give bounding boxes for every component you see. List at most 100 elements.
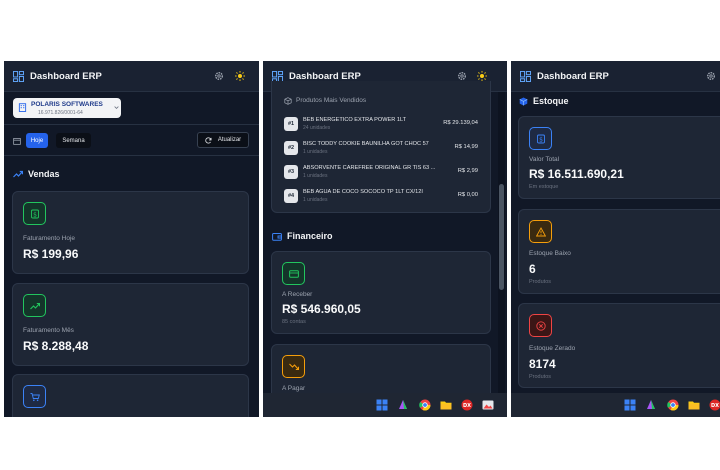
card-label: Estoque Baixo	[529, 250, 571, 257]
product-value: R$ 29.139,04	[443, 120, 478, 126]
card-value: 8174	[529, 357, 556, 371]
dx-app-icon[interactable]: DX	[709, 399, 720, 411]
card-faturamento-hoje: $ Faturamento Hoje R$ 199,96	[12, 191, 249, 274]
card-sub: Produtos	[529, 374, 552, 380]
dollar-icon: $	[536, 134, 545, 143]
list-item[interactable]: #2 BISC TODDY COOKIE BAUNILHA GOT CHOC 5…	[272, 137, 490, 159]
copilot-icon[interactable]	[397, 399, 409, 411]
card-label: A Pagar	[282, 385, 306, 392]
card-a-receber: A Receber R$ 546.960,05 85 contas	[271, 251, 491, 334]
list-item[interactable]: #4 BEB AGUA DE COCO SOCOCO TP 1LT CX/12I…	[272, 185, 490, 207]
app-header: Dashboard ERP	[4, 61, 259, 92]
card-third-partial	[12, 374, 249, 417]
cart-icon-box	[23, 385, 46, 408]
company-selector[interactable]: POLARIS SOFTWARES 16.971.826/0001-64	[13, 98, 121, 118]
card-label: Estoque Zerado	[529, 345, 576, 352]
warning-icon-box	[529, 220, 552, 243]
product-value: R$ 0,00	[457, 192, 478, 198]
card-valor-total: $ Valor Total R$ 16.511.690,21 Em estoqu…	[518, 116, 720, 199]
wallet-icon	[272, 232, 282, 241]
rank-badge: #1	[284, 117, 298, 131]
app-title: Dashboard ERP	[30, 70, 102, 82]
product-name: BISC TODDY COOKIE BAUNILHA GOT CHOC 57	[303, 141, 429, 147]
settings-gear-icon[interactable]	[457, 71, 467, 81]
theme-sun-icon[interactable]	[477, 71, 487, 81]
card-label: Faturamento Mês	[23, 327, 74, 334]
calendar-icon	[13, 138, 21, 145]
card-label: A Receber	[282, 291, 313, 298]
app-title: Dashboard ERP	[289, 70, 361, 82]
svg-text:$: $	[33, 211, 37, 218]
windows-start-icon[interactable]	[624, 399, 636, 411]
card-value: 6	[529, 262, 536, 276]
product-qty: 1 unidades	[303, 173, 328, 179]
trend-icon-box	[23, 294, 46, 317]
card-value: R$ 199,96	[23, 247, 79, 261]
trending-up-icon	[13, 170, 23, 178]
product-value: R$ 14,99	[454, 144, 478, 150]
product-qty: 24 unidades	[303, 125, 331, 131]
dollar-icon-box: $	[23, 202, 46, 225]
section-financeiro-title: Financeiro	[287, 231, 333, 241]
settings-gear-icon[interactable]	[706, 71, 716, 81]
card-label: Valor Total	[529, 156, 560, 163]
settings-gear-icon[interactable]	[214, 71, 224, 81]
product-value: R$ 2,99	[457, 168, 478, 174]
list-item[interactable]: #3 ABSORVENTE CAREFREE ORIGINAL GR TIS 6…	[272, 161, 490, 183]
card-label: Faturamento Hoje	[23, 235, 76, 242]
dashboard-panel-estoque: Dashboard ERP Estoque $ Valor Total R$ 1…	[511, 61, 720, 417]
dashboard-logo-icon	[13, 70, 24, 82]
card-faturamento-mes: Faturamento Mês R$ 8.288,48	[12, 283, 249, 366]
building-icon	[18, 103, 27, 112]
trending-up-icon	[29, 302, 40, 309]
section-financeiro: Financeiro	[272, 231, 333, 241]
card-icon-box	[282, 262, 305, 285]
svg-text:DX: DX	[463, 403, 471, 409]
card-estoque-zerado: Estoque Zerado 8174 Produtos	[518, 303, 720, 388]
dashboard-logo-icon	[520, 70, 531, 82]
list-item[interactable]: #1 BEB ENERGETICO EXTRA POWER 1LT 24 uni…	[272, 113, 490, 135]
file-explorer-icon[interactable]	[440, 399, 452, 411]
credit-card-icon	[288, 269, 299, 278]
scrollbar[interactable]	[498, 92, 505, 393]
top-products-card: Produtos Mais Vendidos #1 BEB ENERGETICO…	[271, 81, 491, 213]
windows-start-icon[interactable]	[376, 399, 388, 411]
chrome-icon[interactable]	[419, 399, 431, 411]
scrollbar-thumb[interactable]	[499, 184, 504, 290]
error-icon-box	[529, 314, 552, 337]
product-qty: 1 unidades	[303, 197, 328, 203]
top-products-title: Produtos Mais Vendidos	[296, 97, 367, 104]
card-icon-box	[282, 355, 305, 378]
rank-badge: #2	[284, 141, 298, 155]
dashboard-logo-icon	[272, 70, 283, 82]
cube-icon	[519, 96, 528, 106]
svg-text:$: $	[539, 136, 543, 143]
app-header: Dashboard ERP	[511, 61, 720, 92]
file-explorer-icon[interactable]	[688, 399, 700, 411]
product-name: BEB AGUA DE COCO SOCOCO TP 1LT CX/12I	[303, 189, 423, 195]
filter-bar: Hoje Semana Atualizar	[4, 124, 259, 156]
package-icon	[284, 97, 292, 105]
filter-today-button[interactable]: Hoje	[26, 133, 48, 148]
photos-app-icon[interactable]	[482, 399, 494, 411]
product-name: BEB ENERGETICO EXTRA POWER 1LT	[303, 117, 407, 123]
chrome-icon[interactable]	[667, 399, 679, 411]
rank-badge: #4	[284, 189, 298, 203]
theme-sun-icon[interactable]	[235, 71, 245, 81]
section-estoque-title: Estoque	[533, 96, 569, 106]
dx-app-icon[interactable]: DX	[461, 399, 473, 411]
company-name: POLARIS SOFTWARES	[31, 101, 103, 108]
rank-badge: #3	[284, 165, 298, 179]
filter-week-button[interactable]: Semana	[56, 133, 91, 148]
section-estoque: Estoque	[519, 96, 569, 106]
copilot-icon[interactable]	[645, 399, 657, 411]
taskbar: DX	[511, 393, 720, 417]
dashboard-panel-financeiro: Dashboard ERP Produtos Mais Vendidos #1 …	[263, 61, 507, 417]
product-qty: 1 unidades	[303, 149, 328, 155]
refresh-button[interactable]: Atualizar	[197, 132, 249, 148]
section-vendas-title: Vendas	[28, 169, 60, 179]
card-value: R$ 16.511.690,21	[529, 167, 624, 181]
filter-week-label: Semana	[62, 137, 85, 144]
svg-text:DX: DX	[711, 403, 719, 409]
card-value: R$ 546.960,05	[282, 302, 361, 316]
